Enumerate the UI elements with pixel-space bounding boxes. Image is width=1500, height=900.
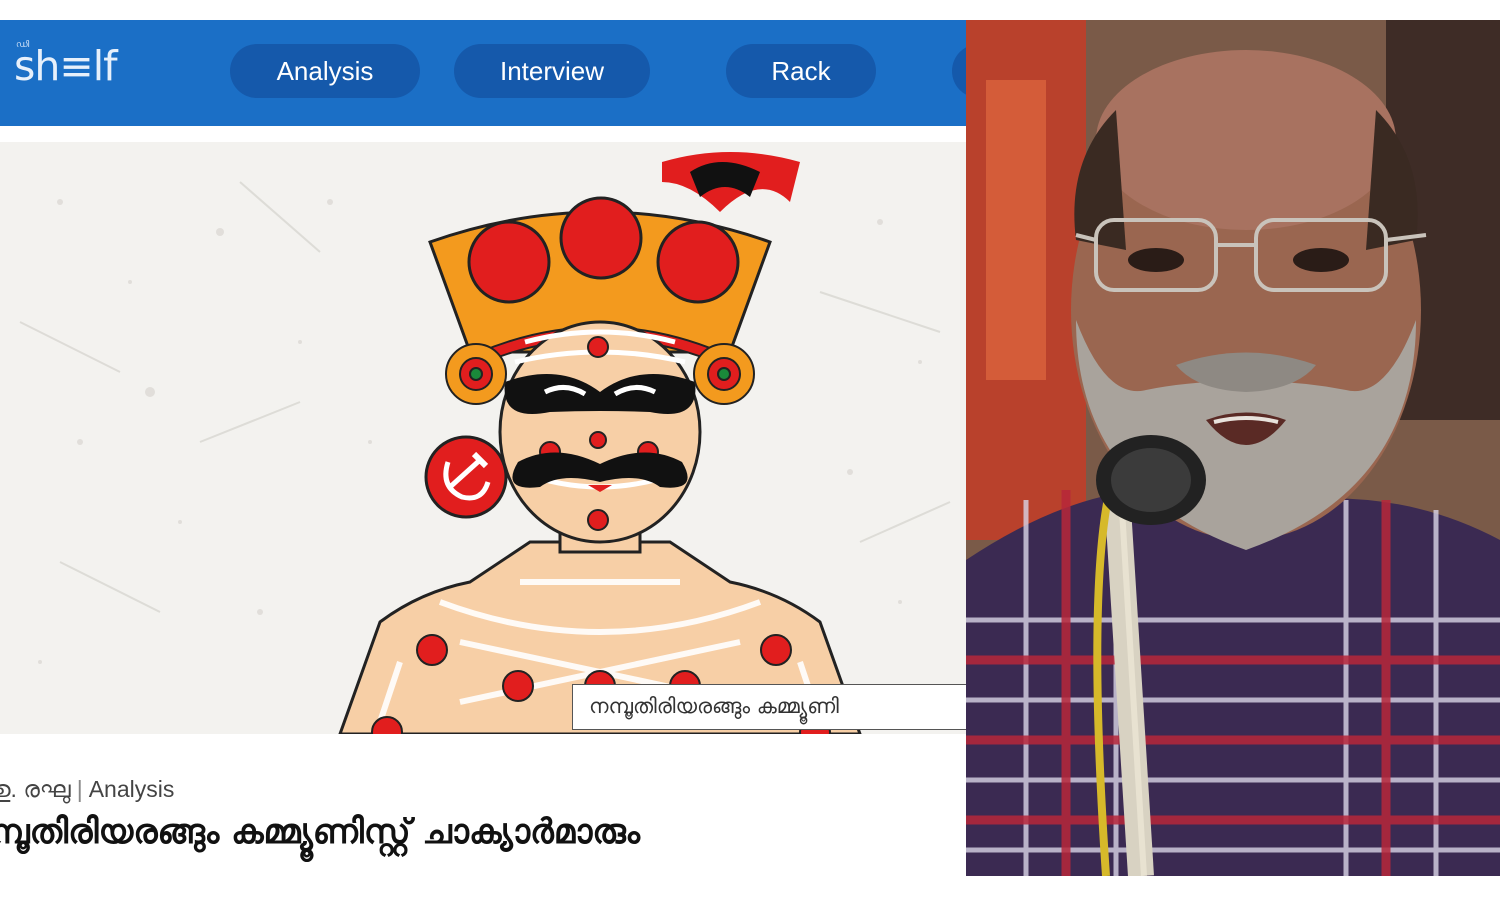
theyyam-illustration: [19, 152, 951, 734]
site-navbar: ഡി sh≡lf Analysis Interview Rack: [0, 20, 966, 126]
logo-wordmark: sh≡lf: [14, 42, 118, 90]
author-photo: [966, 20, 1500, 876]
tab-more[interactable]: [952, 44, 966, 98]
article-screenshot-panel: ഡി sh≡lf Analysis Interview Rack നമ്പൂതി…: [0, 20, 966, 900]
article-title[interactable]: മ്പൂതിരിയരങ്ങും കമ്മ്യൂണിസ്റ്റ് ചാക്യാർമ…: [0, 812, 640, 852]
tab-interview[interactable]: Interview: [454, 44, 650, 98]
speaker-portrait: [966, 20, 1500, 876]
tab-analysis[interactable]: Analysis: [230, 44, 420, 98]
site-logo[interactable]: ഡി sh≡lf: [14, 38, 124, 92]
image-caption: നമ്പൂതിരിയരങ്ങും കമ്മ്യൂണി: [572, 684, 966, 730]
tab-rack[interactable]: Rack: [726, 44, 876, 98]
hammer-sickle-icon: [424, 435, 508, 519]
hero-illustration[interactable]: നമ്പൂതിരിയരങ്ങും കമ്മ്യൂണി: [0, 142, 966, 734]
article-meta: ഉ. രഘു | Analysis: [0, 776, 174, 803]
meta-separator: |: [76, 776, 83, 802]
article-category[interactable]: Analysis: [89, 776, 175, 802]
author-name[interactable]: ഉ. രഘു: [0, 776, 71, 802]
